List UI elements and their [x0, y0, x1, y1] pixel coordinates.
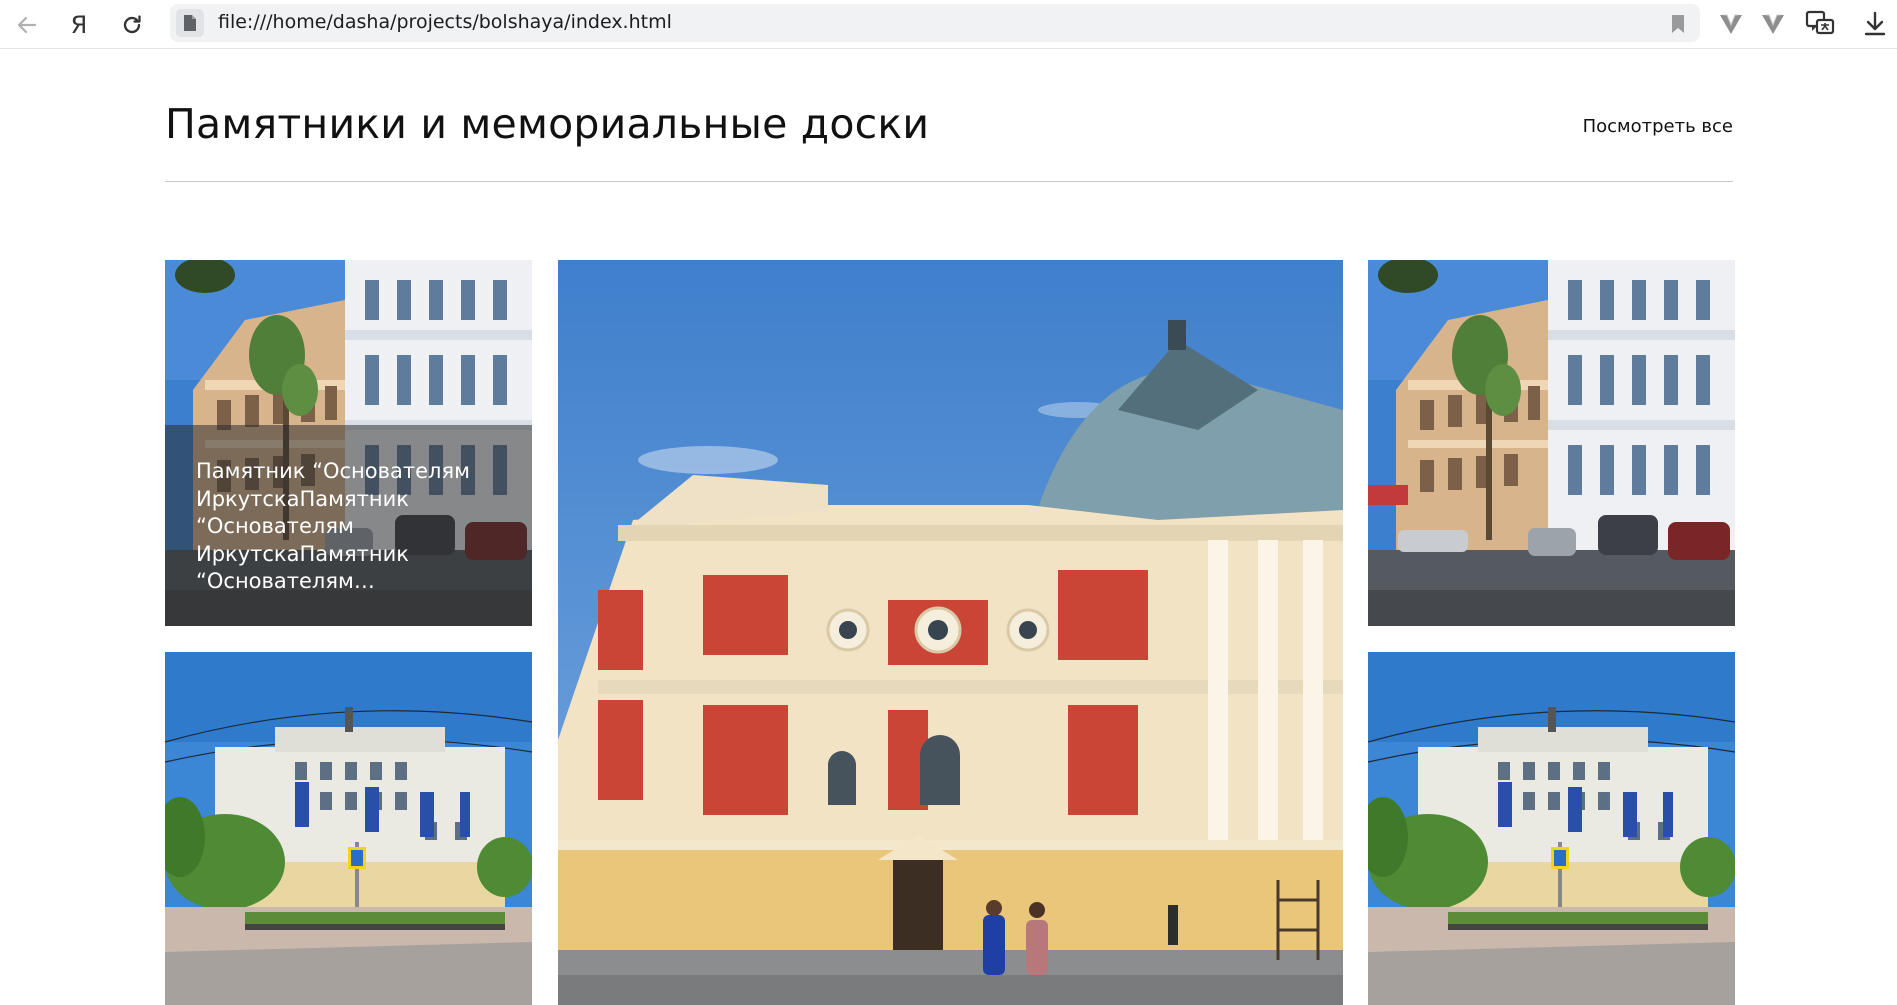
street-buildings-photo: [1368, 260, 1735, 626]
reload-icon: [123, 15, 141, 34]
yandex-button[interactable]: Я: [60, 6, 98, 44]
university-building-photo: [165, 652, 532, 1005]
browser-toolbar: Я file:///home/dasha/projects/bolshaya/i…: [0, 0, 1897, 49]
view-all-link[interactable]: Посмотреть все: [1583, 116, 1733, 137]
bookmark-button[interactable]: [1668, 13, 1688, 35]
gallery-tile-2[interactable]: [558, 260, 1343, 1005]
url-text: file:///home/dasha/projects/bolshaya/ind…: [218, 11, 672, 33]
reload-button[interactable]: [113, 6, 151, 44]
yandex-icon: Я: [70, 11, 88, 39]
university-building-photo: [1368, 652, 1735, 1005]
back-button[interactable]: [8, 6, 46, 44]
theatre-building-photo: [558, 260, 1343, 1005]
file-icon: [176, 9, 204, 37]
extension-button-1[interactable]: [1716, 9, 1746, 39]
section-title: Памятники и мемориальные доски: [165, 100, 930, 148]
gallery-tile-1[interactable]: Памятник “Основателям ИркутскаПамятник “…: [165, 260, 532, 626]
gallery-tile-4[interactable]: [165, 652, 532, 1005]
downloads-button[interactable]: [1860, 9, 1890, 39]
download-icon: [1864, 11, 1886, 36]
gallery-tile-5[interactable]: [1368, 652, 1735, 1005]
extension-button-2[interactable]: [1758, 9, 1788, 39]
vpn-v-icon: [1720, 14, 1742, 34]
tile-caption: Памятник “Основателям ИркутскаПамятник “…: [196, 459, 470, 593]
section-header: Памятники и мемориальные доски Посмотрет…: [165, 100, 1733, 182]
arrow-left-icon: [17, 16, 37, 34]
translate-button[interactable]: [1805, 9, 1835, 39]
caption-overlay: Памятник “Основателям ИркутскаПамятник “…: [165, 425, 532, 626]
translate-chat-icon: [1805, 10, 1835, 35]
address-bar[interactable]: file:///home/dasha/projects/bolshaya/ind…: [170, 4, 1700, 42]
gallery-tile-3[interactable]: [1368, 260, 1735, 626]
vpn-v-icon: [1762, 14, 1784, 34]
bookmark-icon: [1672, 15, 1684, 33]
